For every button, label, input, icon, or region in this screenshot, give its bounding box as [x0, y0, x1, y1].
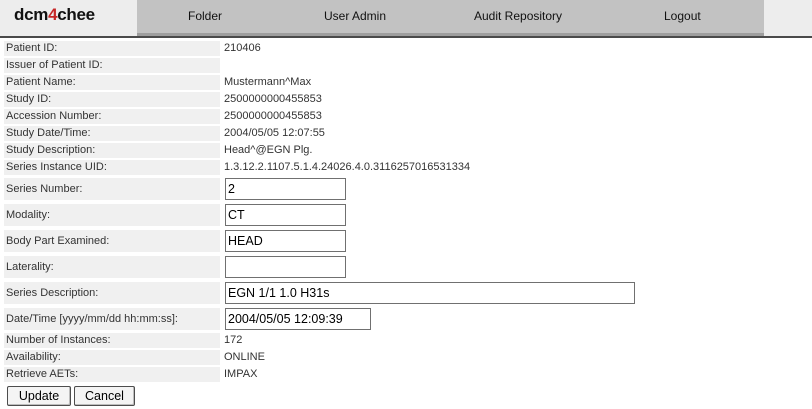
top-bar-filler — [764, 0, 812, 36]
availability-value: ONLINE — [224, 351, 265, 363]
cancel-button[interactable]: Cancel — [74, 386, 135, 406]
update-button[interactable]: Update — [7, 386, 71, 406]
accession-number-value: 2500000000455853 — [224, 110, 322, 122]
study-datetime-value: 2004/05/05 12:07:55 — [224, 127, 325, 139]
body-part-examined-label: Body Part Examined: — [4, 230, 220, 252]
study-id-label: Study ID: — [4, 92, 220, 107]
study-datetime-label: Study Date/Time: — [4, 126, 220, 141]
modality-label: Modality: — [4, 204, 220, 226]
retrieve-aets-value: IMPAX — [224, 368, 258, 380]
nav-user-admin-link[interactable]: User Admin — [324, 9, 386, 23]
body-part-examined-input[interactable] — [225, 230, 346, 252]
issuer-of-patient-id-label: Issuer of Patient ID: — [4, 58, 220, 73]
logo-accent: 4 — [48, 5, 58, 24]
patient-name-value: Mustermann^Max — [224, 76, 312, 88]
number-of-instances-value: 172 — [224, 334, 243, 346]
series-instance-uid-value: 1.3.12.2.1107.5.1.4.24026.4.0.3116257016… — [224, 161, 471, 173]
series-datetime-label: Date/Time [yyyy/mm/dd hh:mm:ss]: — [4, 308, 220, 330]
patient-name-label: Patient Name: — [4, 75, 220, 90]
nav-audit-repository-link[interactable]: Audit Repository — [474, 9, 562, 23]
logo-prefix: dcm — [14, 5, 49, 24]
series-description-label: Series Description: — [4, 282, 220, 304]
logo-suffix: chee — [57, 5, 95, 24]
number-of-instances-label: Number of Instances: — [4, 333, 220, 348]
top-bar: dcm4chee Folder User Admin Audit Reposit… — [0, 0, 812, 38]
study-id-value: 2500000000455853 — [224, 93, 322, 105]
accession-number-label: Accession Number: — [4, 109, 220, 124]
series-datetime-input[interactable] — [225, 308, 371, 330]
retrieve-aets-label: Retrieve AETs: — [4, 367, 220, 382]
nav-logout-link[interactable]: Logout — [664, 9, 701, 23]
laterality-input[interactable] — [225, 256, 346, 278]
study-description-value: Head^@EGN Plg. — [224, 144, 313, 156]
main-nav: Folder User Admin Audit Repository Logou… — [137, 0, 764, 36]
app-logo: dcm4chee — [14, 5, 95, 25]
study-description-label: Study Description: — [4, 143, 220, 158]
availability-label: Availability: — [4, 350, 220, 365]
laterality-label: Laterality: — [4, 256, 220, 278]
series-description-input[interactable] — [225, 282, 635, 304]
series-instance-uid-label: Series Instance UID: — [4, 160, 220, 175]
patient-id-value: 210406 — [224, 42, 261, 54]
patient-id-label: Patient ID: — [4, 41, 220, 56]
series-number-label: Series Number: — [4, 178, 220, 200]
logo-cell: dcm4chee — [0, 0, 137, 36]
top-bar-divider — [0, 36, 812, 38]
nav-folder-link[interactable]: Folder — [188, 9, 222, 23]
series-number-input[interactable] — [225, 178, 346, 200]
modality-input[interactable] — [225, 204, 346, 226]
